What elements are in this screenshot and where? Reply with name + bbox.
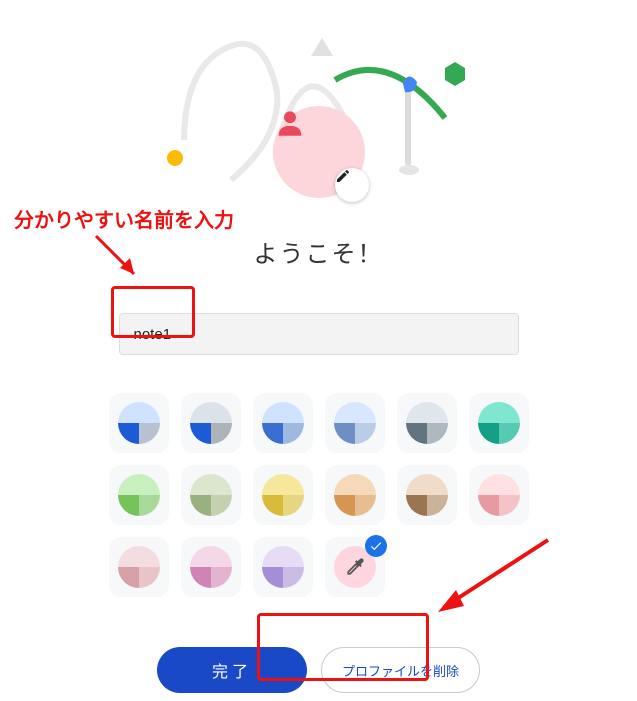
welcome-heading: ようこそ！	[254, 234, 384, 269]
theme-swatch[interactable]	[253, 465, 313, 525]
profile-name-input[interactable]	[119, 313, 519, 355]
theme-swatch[interactable]	[109, 465, 169, 525]
hero-illustration	[159, 20, 479, 200]
theme-swatch[interactable]	[397, 465, 457, 525]
theme-swatch[interactable]	[469, 465, 529, 525]
theme-swatch[interactable]	[181, 465, 241, 525]
check-icon	[365, 535, 387, 557]
theme-swatch[interactable]	[181, 537, 241, 597]
delete-profile-button[interactable]: プロファイルを削除	[321, 647, 480, 693]
done-button[interactable]: 完了	[157, 647, 307, 693]
edit-avatar-button[interactable]	[335, 168, 369, 202]
theme-swatch[interactable]	[469, 393, 529, 453]
theme-color-grid	[109, 393, 529, 597]
theme-swatch[interactable]	[253, 537, 313, 597]
theme-swatch[interactable]	[325, 465, 385, 525]
annotation-label: 分かりやすい名前を入力	[14, 204, 234, 233]
theme-swatch[interactable]	[325, 393, 385, 453]
eyedropper-icon	[342, 554, 368, 580]
theme-swatch[interactable]	[109, 393, 169, 453]
theme-swatch[interactable]	[181, 393, 241, 453]
avatar[interactable]	[273, 106, 365, 198]
theme-swatch[interactable]	[253, 393, 313, 453]
custom-color-swatch[interactable]	[325, 537, 385, 597]
theme-swatch[interactable]	[397, 393, 457, 453]
theme-swatch[interactable]	[109, 537, 169, 597]
